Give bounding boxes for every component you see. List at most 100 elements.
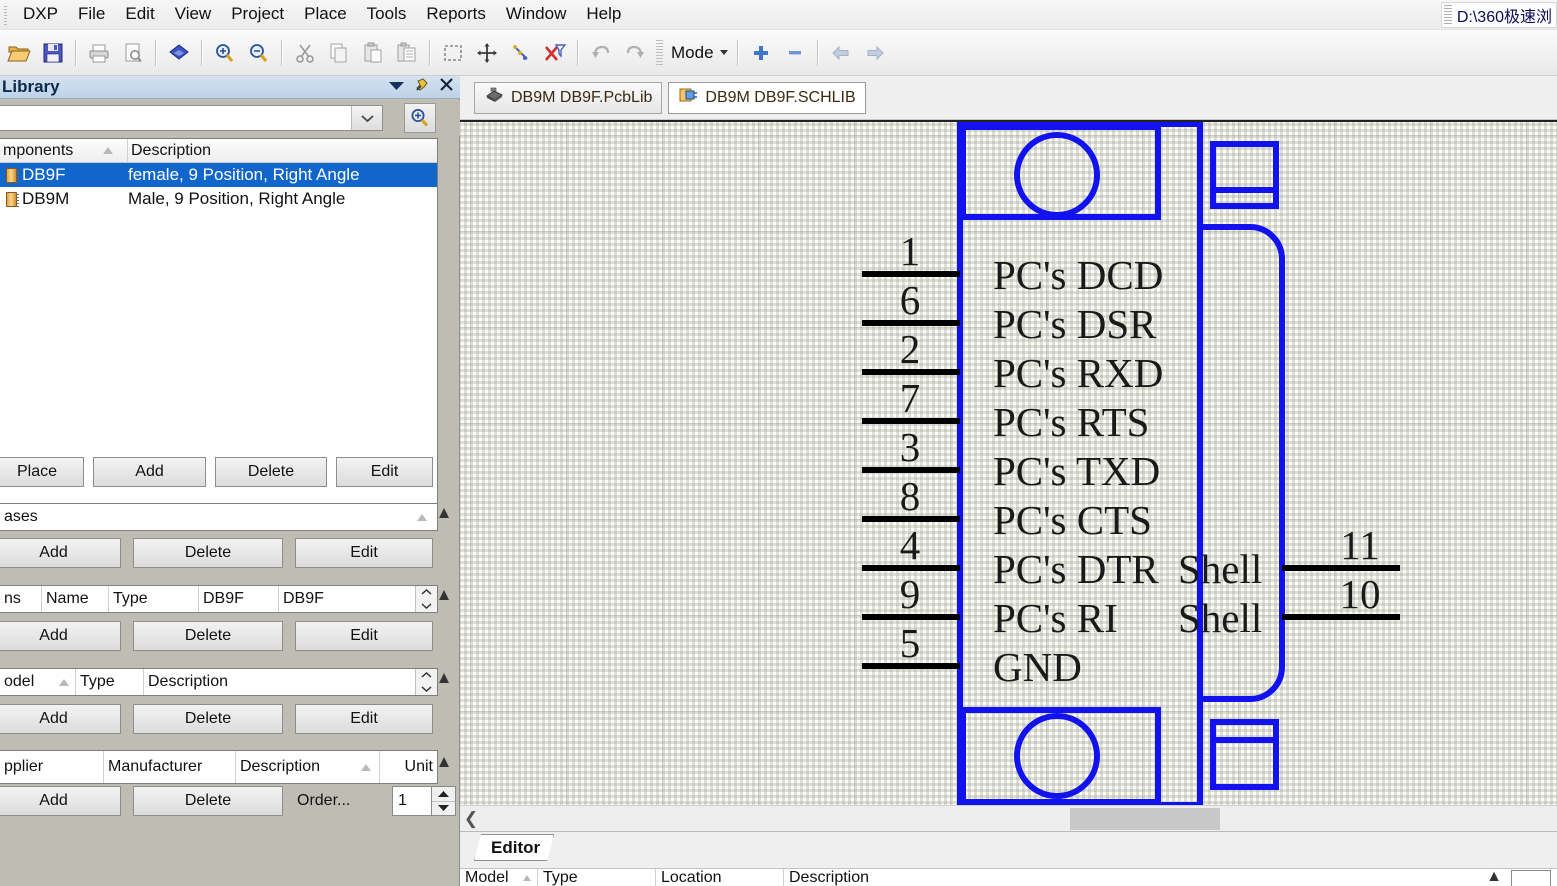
supplier-col-unit[interactable]: Unit — [380, 751, 437, 783]
path-grip[interactable] — [1443, 4, 1452, 25]
save-icon[interactable] — [38, 38, 68, 68]
bp-col-location[interactable]: Location — [656, 868, 784, 886]
zoom-in-icon[interactable] — [210, 38, 240, 68]
layers-icon[interactable] — [164, 38, 194, 68]
zoom-out-icon[interactable] — [244, 38, 274, 68]
pin-name-dtr: PC's DTR — [993, 546, 1159, 592]
clear-filter-icon[interactable] — [506, 38, 536, 68]
mode-dropdown[interactable]: Mode — [669, 43, 732, 63]
order-quantity-input[interactable]: 1 — [392, 786, 432, 816]
library-search-button[interactable] — [404, 103, 436, 133]
aliases-header[interactable]: ases — [0, 503, 438, 531]
pins-col-type[interactable]: Type — [109, 586, 199, 612]
cut-icon[interactable] — [290, 38, 320, 68]
path-display[interactable]: D:\360极速浏 — [1440, 1, 1557, 28]
undo-icon[interactable] — [586, 38, 616, 68]
column-header-description[interactable]: Description — [128, 139, 437, 163]
models-header[interactable]: odel Type Description — [0, 668, 438, 696]
models-edit-button[interactable]: Edit — [295, 704, 433, 734]
stepper-down-icon[interactable] — [432, 802, 455, 816]
pins-col-pins[interactable]: ns — [0, 586, 42, 612]
print-preview-icon[interactable] — [118, 38, 148, 68]
menu-item-reports[interactable]: Reports — [416, 1, 496, 28]
bottom-panel-collapse-toggle[interactable]: ▲ — [1486, 868, 1502, 886]
close-icon[interactable] — [439, 77, 454, 97]
forward-arrow-icon[interactable] — [860, 38, 890, 68]
supplier-header[interactable]: pplier Manufacturer Description Unit — [0, 750, 438, 784]
move-icon[interactable] — [472, 38, 502, 68]
paste-icon[interactable] — [358, 38, 388, 68]
menu-item-dxp[interactable]: DXP — [13, 1, 68, 28]
list-item[interactable]: DB9F female, 9 Position, Right Angle — [0, 163, 437, 187]
list-item[interactable]: DB9M Male, 9 Position, Right Angle — [0, 187, 437, 211]
redo-icon[interactable] — [620, 38, 650, 68]
models-col-type[interactable]: Type — [76, 669, 144, 695]
scrollbar-thumb[interactable] — [1070, 808, 1220, 830]
pin-number-8: 8 — [900, 473, 921, 519]
place-button[interactable]: Place — [0, 457, 84, 487]
schematic-canvas[interactable]: 1 6 2 7 3 8 4 9 5 PC's DCD PC's DSR PC's… — [460, 120, 1557, 805]
column-header-components[interactable]: mponents — [0, 138, 128, 163]
pins-delete-button[interactable]: Delete — [133, 621, 283, 651]
stepper-up-icon[interactable] — [432, 787, 455, 802]
order-quantity-stepper[interactable] — [432, 786, 456, 816]
menu-item-view[interactable]: View — [165, 1, 222, 28]
aliases-collapse-toggle[interactable]: ▲ — [431, 501, 457, 521]
chevron-down-icon[interactable] — [388, 78, 405, 96]
edit-button[interactable]: Edit — [336, 457, 433, 487]
pins-add-button[interactable]: Add — [0, 621, 121, 651]
pins-col-db9f-1[interactable]: DB9F — [199, 586, 279, 612]
pins-collapse-toggle[interactable]: ▲ — [431, 583, 457, 603]
supplier-col-manufacturer[interactable]: Manufacturer — [104, 751, 236, 783]
models-col-description[interactable]: Description — [144, 669, 415, 695]
open-folder-icon[interactable] — [4, 38, 34, 68]
menu-item-tools[interactable]: Tools — [357, 1, 417, 28]
pins-col-db9f-2[interactable]: DB9F — [279, 586, 415, 612]
plus-icon[interactable] — [746, 38, 776, 68]
pins-header[interactable]: ns Name Type DB9F DB9F — [0, 585, 438, 613]
supplier-delete-button[interactable]: Delete — [133, 786, 283, 816]
tab-editor[interactable]: Editor — [474, 834, 554, 861]
pins-edit-button[interactable]: Edit — [295, 621, 433, 651]
supplier-collapse-toggle[interactable]: ▲ — [431, 750, 457, 770]
minus-icon[interactable] — [780, 38, 810, 68]
supplier-col-supplier[interactable]: pplier — [0, 751, 104, 783]
menu-item-place[interactable]: Place — [294, 1, 357, 28]
models-collapse-toggle[interactable]: ▲ — [431, 666, 457, 686]
copy-icon[interactable] — [324, 38, 354, 68]
pins-col-name[interactable]: Name — [42, 586, 109, 612]
scroll-left-icon[interactable]: ❮ — [460, 809, 482, 829]
library-combo[interactable] — [0, 105, 383, 131]
supplier-add-button[interactable]: Add — [0, 786, 121, 816]
add-button[interactable]: Add — [93, 457, 206, 487]
menu-bar-grip[interactable] — [1, 3, 10, 26]
select-area-icon[interactable] — [438, 38, 468, 68]
aliases-add-button[interactable]: Add — [0, 538, 121, 568]
canvas-horizontal-scrollbar[interactable]: ❮ — [460, 805, 1557, 831]
bp-col-description[interactable]: Description — [784, 869, 1557, 886]
menu-item-file[interactable]: File — [68, 1, 115, 28]
bp-col-type[interactable]: Type — [538, 868, 656, 886]
toolbar-grip[interactable] — [656, 39, 663, 66]
menu-item-edit[interactable]: Edit — [115, 1, 164, 28]
tab-schlib[interactable]: DB9M DB9F.SCHLIB — [668, 81, 866, 114]
print-icon[interactable] — [84, 38, 114, 68]
paste-special-icon[interactable] — [392, 38, 422, 68]
chevron-down-icon[interactable] — [351, 106, 382, 130]
aliases-delete-button[interactable]: Delete — [133, 538, 283, 568]
menu-item-help[interactable]: Help — [576, 1, 631, 28]
clear-selection-icon[interactable] — [540, 38, 570, 68]
bottom-panel-input[interactable] — [1511, 870, 1551, 886]
menu-item-project[interactable]: Project — [221, 1, 294, 28]
models-delete-button[interactable]: Delete — [133, 704, 283, 734]
pin-icon[interactable] — [414, 77, 430, 98]
aliases-edit-button[interactable]: Edit — [295, 538, 433, 568]
back-arrow-icon[interactable] — [826, 38, 856, 68]
sort-ascending-icon — [417, 513, 427, 521]
schematic-symbol-db9f[interactable]: 1 6 2 7 3 8 4 9 5 PC's DCD PC's DSR PC's… — [460, 122, 1557, 805]
models-add-button[interactable]: Add — [0, 704, 121, 734]
delete-button[interactable]: Delete — [215, 457, 327, 487]
tab-pcblib[interactable]: DB9M DB9F.PcbLib — [474, 81, 663, 114]
order-button[interactable]: Order... — [297, 786, 392, 816]
menu-item-window[interactable]: Window — [496, 1, 576, 28]
